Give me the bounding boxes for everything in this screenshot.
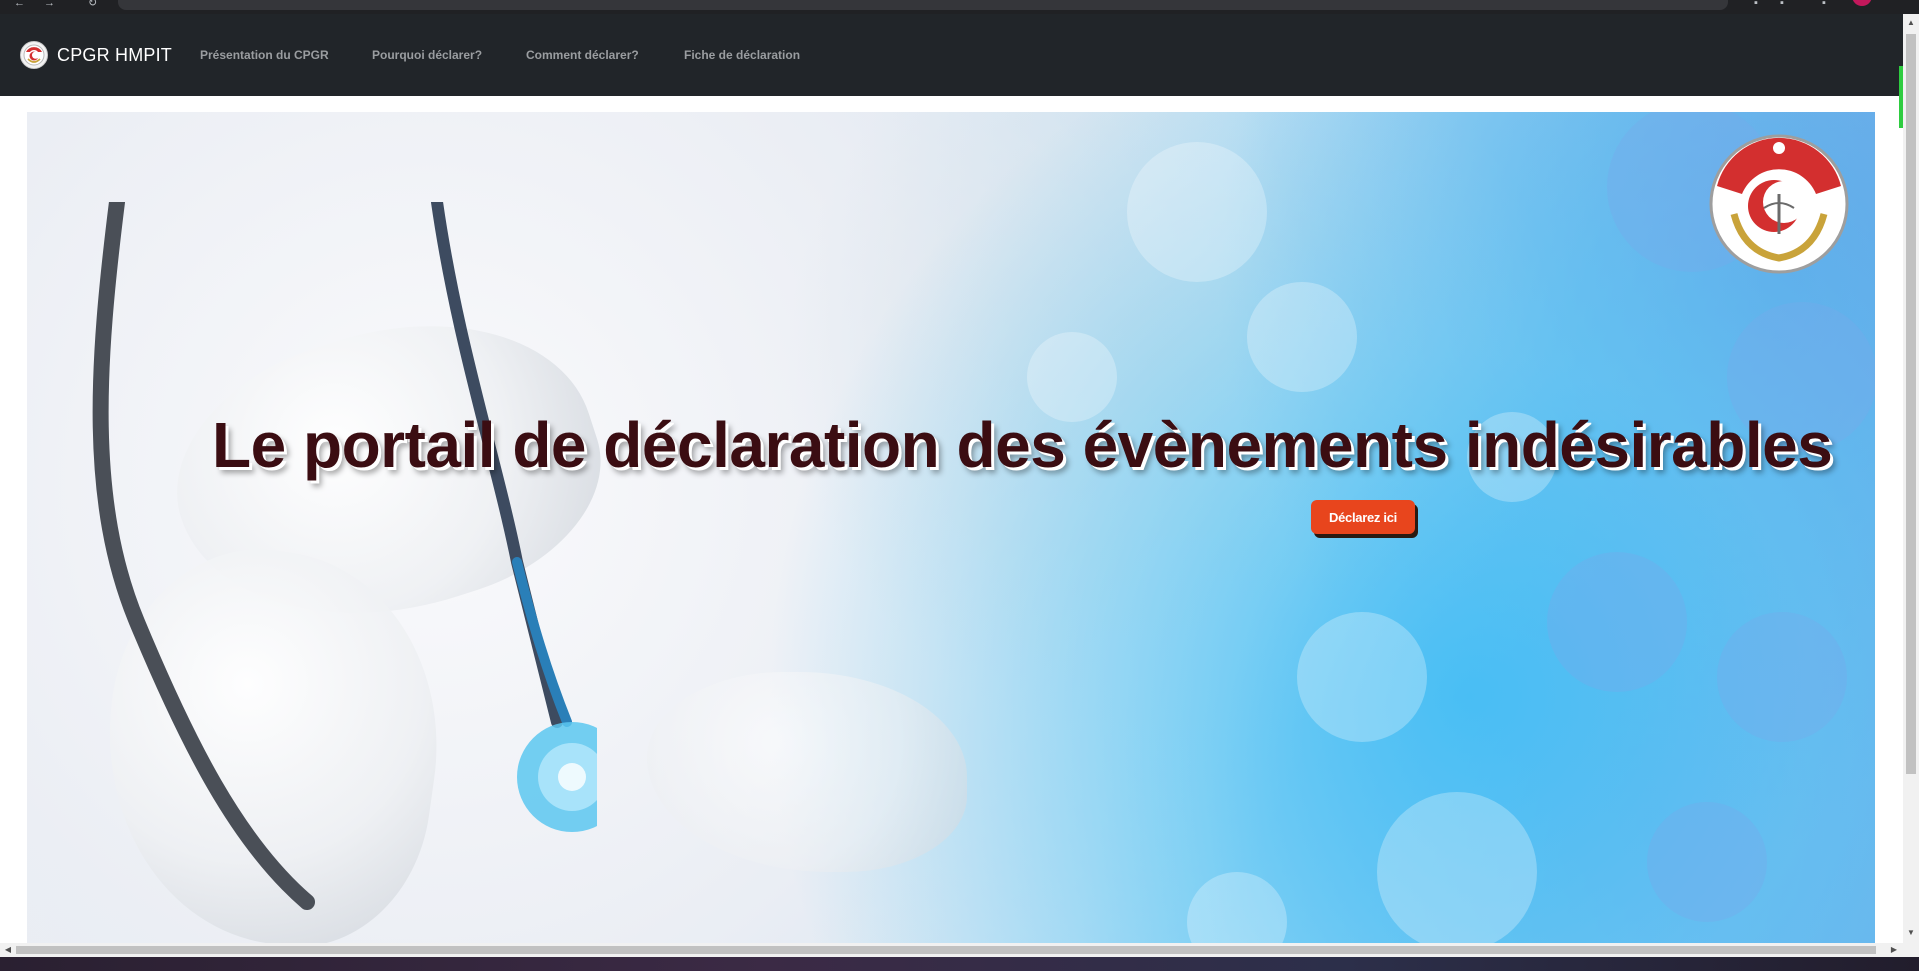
declare-here-button[interactable]: Déclarez ici [1311, 500, 1415, 534]
hero-banner: Le portail de déclaration des évènements… [27, 112, 1875, 946]
sidebar-icon[interactable]: ▪ [1822, 0, 1826, 9]
bokeh-circle [1547, 552, 1687, 692]
bokeh-circle [1717, 612, 1847, 742]
navbar-brand[interactable]: CPGR HMPIT [20, 40, 172, 70]
scroll-right-icon[interactable]: ▶ [1888, 944, 1900, 956]
bokeh-circle [1377, 792, 1537, 946]
stethoscope-image [92, 202, 597, 910]
taskbar-strip [0, 957, 1919, 971]
nav-link-presentation[interactable]: Présentation du CPGR [200, 48, 329, 62]
hospital-emblem-icon [20, 41, 48, 69]
bokeh-circle [1187, 872, 1287, 946]
reload-icon[interactable]: ↻ [88, 0, 97, 9]
back-icon[interactable]: ← [14, 0, 25, 9]
address-bar[interactable] [118, 0, 1728, 10]
vertical-scroll-thumb[interactable] [1906, 34, 1916, 774]
site-navbar: CPGR HMPIT Présentation du CPGR Pourquoi… [0, 14, 1903, 96]
nav-link-fiche[interactable]: Fiche de déclaration [684, 48, 800, 62]
browser-toolbar: ← → ↻ ▪ ▪ ▪ [0, 0, 1919, 14]
puzzle-icon[interactable]: ▪ [1780, 0, 1784, 9]
bokeh-circle [1247, 282, 1357, 392]
forward-icon[interactable]: → [44, 0, 55, 9]
brand-name: CPGR HMPIT [57, 44, 173, 65]
second-hand-image [647, 672, 967, 872]
horizontal-scrollbar[interactable]: ◀ ▶ [0, 943, 1903, 957]
nav-link-pourquoi[interactable]: Pourquoi déclarer? [372, 48, 482, 62]
military-health-emblem-icon [1709, 134, 1849, 274]
nav-link-comment[interactable]: Comment déclarer? [526, 48, 639, 62]
horizontal-scroll-thumb[interactable] [16, 946, 1876, 954]
scroll-down-icon[interactable]: ▼ [1906, 928, 1916, 938]
scroll-left-icon[interactable]: ◀ [2, 944, 14, 956]
profile-avatar-icon[interactable] [1852, 0, 1872, 6]
scroll-up-icon[interactable]: ▲ [1906, 18, 1916, 28]
bokeh-circle [1127, 142, 1267, 282]
bokeh-circle [1647, 802, 1767, 922]
vertical-scrollbar[interactable]: ▲ ▼ [1903, 14, 1919, 957]
extensions-icon[interactable]: ▪ [1754, 0, 1758, 9]
hero-title: Le portail de déclaration des évènements… [212, 409, 1833, 481]
bokeh-circle [1297, 612, 1427, 742]
